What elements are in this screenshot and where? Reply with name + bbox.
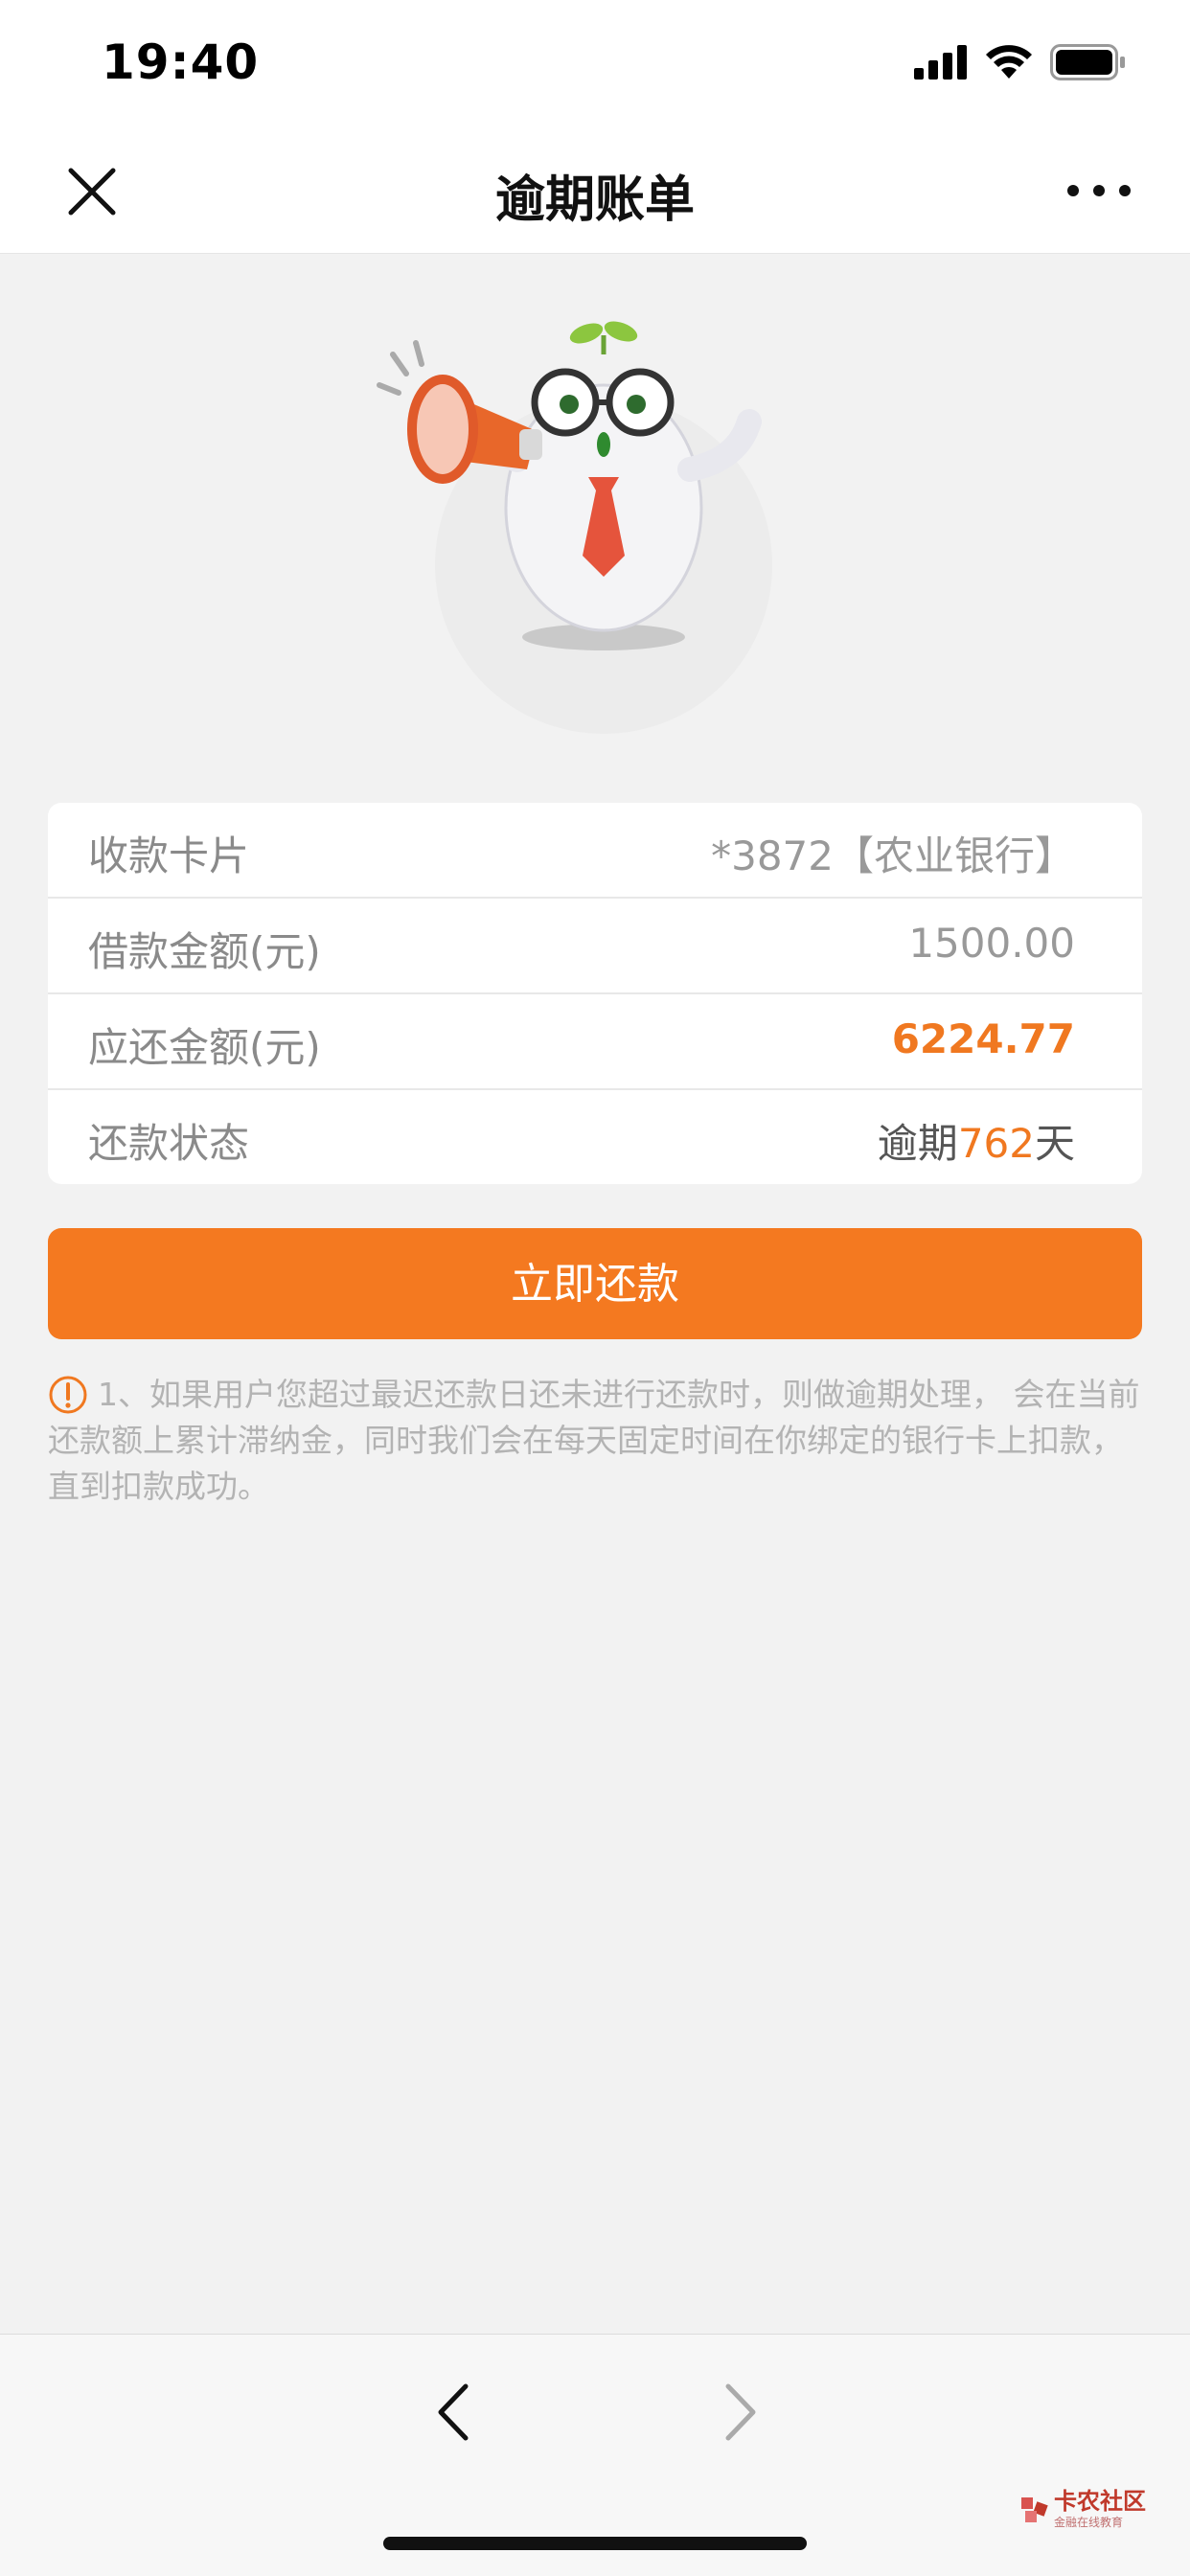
watermark-subtitle: 金融在线教育: [1054, 2516, 1124, 2529]
status-value: 逾期762天: [878, 1111, 1075, 1170]
amount-due-value: 6224.77: [891, 1015, 1075, 1062]
watermark-logo-icon: [1021, 2496, 1048, 2522]
forward-arrow-icon[interactable]: [719, 2379, 763, 2446]
status-icons: [914, 44, 1127, 80]
notice-text-block: 1、如果用户您超过最迟还款日还未进行还款时，则做逾期处理， 会在当前还款额上累计…: [48, 1372, 1142, 1510]
signal-icon: [914, 45, 967, 80]
row-amount-due: 应还金额(元) 6224.77: [48, 994, 1142, 1090]
watermark-title: 卡农社区: [1054, 2488, 1146, 2515]
overdue-days: 762: [957, 1120, 1035, 1167]
notice-text: 1、如果用户您超过最迟还款日还未进行还款时，则做逾期处理， 会在当前还款额上累计…: [48, 1376, 1140, 1505]
repay-now-button[interactable]: 立即还款: [48, 1228, 1142, 1339]
wifi-icon: [986, 45, 1032, 79]
watermark-label: 卡农社区 金融在线教育: [1054, 2489, 1146, 2530]
watermark: 卡农社区 金融在线教育: [1019, 2489, 1146, 2530]
battery-icon: [1050, 44, 1125, 80]
status-time: 19:40: [102, 34, 260, 90]
home-indicator: [383, 2537, 807, 2550]
row-value: *3872【农业银行】: [711, 832, 1075, 879]
status-bar: 19:40: [0, 0, 1190, 125]
row-value: 1500.00: [908, 920, 1075, 967]
nav-bar: 逾期账单: [0, 125, 1190, 254]
row-label: 还款状态: [88, 1120, 250, 1167]
row-label: 收款卡片: [88, 832, 250, 879]
status-prefix: 逾期: [877, 1120, 958, 1167]
page-title: 逾期账单: [494, 171, 695, 229]
mascot-illustration: [377, 321, 772, 734]
row-label: 应还金额(元): [88, 1024, 321, 1071]
bill-card: 收款卡片 *3872【农业银行】 借款金额(元) 1500.00 应还金额(元)…: [48, 803, 1142, 1184]
row-loan-amount: 借款金额(元) 1500.00: [48, 899, 1142, 994]
warning-icon: [49, 1376, 87, 1414]
row-receiving-card: 收款卡片 *3872【农业银行】: [48, 803, 1142, 899]
row-repayment-status: 还款状态 逾期762天: [48, 1090, 1142, 1184]
row-label: 借款金额(元): [88, 928, 321, 975]
status-suffix: 天: [1034, 1120, 1075, 1167]
back-arrow-icon[interactable]: [431, 2379, 475, 2446]
more-icon[interactable]: [1065, 176, 1133, 205]
